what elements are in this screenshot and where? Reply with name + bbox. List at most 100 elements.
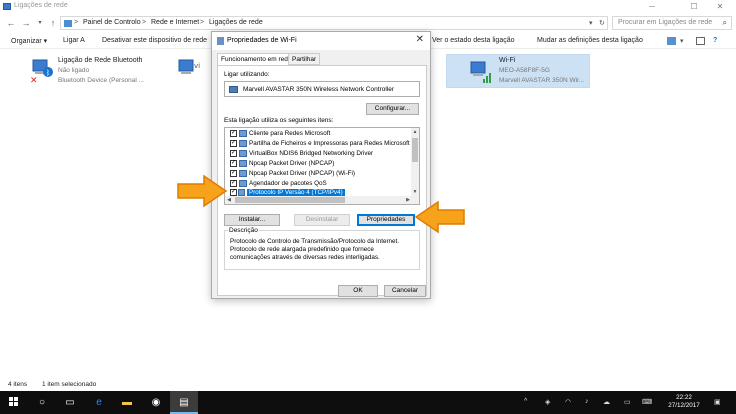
breadcrumb-network-internet[interactable]: Rede e Internet (151, 19, 199, 26)
keyboard-icon[interactable]: ⌨ (642, 398, 652, 406)
disable-device-button[interactable]: Desativar este dispositivo de rede (102, 37, 207, 44)
address-dropdown-icon[interactable]: ▾ (589, 19, 593, 27)
checkbox[interactable]: ✓ (230, 150, 237, 157)
network-folder-icon (3, 3, 11, 10)
checkbox[interactable]: ✓ (230, 180, 237, 187)
item-label: Cliente para Redes Microsoft (249, 130, 331, 137)
connection-device: Marvell AVASTAR 350N Wir... (499, 77, 585, 84)
connection-item-wifi[interactable]: Wi-Fi MEO-A58F8F-5G Marvell AVASTAR 350N… (446, 54, 590, 88)
maximize-button[interactable]: ☐ (682, 0, 706, 14)
connection-status: MEO-A58F8F-5G (499, 67, 550, 74)
svg-text:✕: ✕ (30, 76, 38, 84)
clock[interactable]: 22:22 27/12/2017 (662, 394, 706, 410)
back-arrow-icon[interactable]: ← (5, 17, 17, 29)
volume-icon[interactable]: ♪ (585, 398, 589, 405)
view-options-icon[interactable] (667, 37, 676, 45)
sharing-service-icon (239, 140, 247, 147)
connection-device: Bluetooth Device (Personal ... (58, 77, 144, 84)
file-explorer-icon[interactable]: ▬ (113, 391, 141, 414)
organize-button[interactable]: Organizar ▾ (11, 37, 47, 45)
minimize-button[interactable]: ─ (640, 0, 664, 14)
recent-chevron-icon[interactable]: ▾ (34, 17, 46, 29)
task-view-icon[interactable]: ▭ (56, 391, 84, 414)
uninstall-button: Desinstalar (294, 214, 350, 226)
scroll-thumb[interactable] (412, 138, 418, 162)
connect-to-button[interactable]: Ligar A (63, 37, 85, 44)
wifi-properties-dialog: Propriedades de Wi-Fi ✕ Funcionamento em… (211, 31, 431, 299)
connect-using-label: Ligar utilizando: (224, 71, 270, 78)
help-icon[interactable]: ? (713, 37, 717, 44)
dialog-close-icon[interactable]: ✕ (416, 34, 424, 45)
clock-date: 27/12/2017 (668, 402, 700, 409)
list-item[interactable]: ✓ Npcap Packet Driver (NPCAP) (Wi-Fi) (225, 169, 412, 179)
change-settings-button[interactable]: Mudar as definições desta ligação (537, 37, 643, 44)
install-button[interactable]: Instalar... (224, 214, 280, 226)
horizontal-scrollbar[interactable]: ◀ ▶ (225, 196, 412, 204)
address-bar[interactable]: > Painel de Controlo > Rede e Internet >… (60, 16, 608, 30)
checkbox[interactable]: ✓ (230, 160, 237, 167)
chrome-browser-icon[interactable]: ◉ (142, 391, 170, 414)
properties-button[interactable]: Propriedades (357, 214, 415, 226)
vertical-scrollbar[interactable]: ▲ ▼ (411, 128, 419, 204)
wifi-tray-icon[interactable]: ◠ (565, 398, 571, 406)
ok-button[interactable]: OK (338, 285, 378, 297)
forward-arrow-icon[interactable]: → (20, 17, 32, 29)
scroll-up-icon[interactable]: ▲ (411, 128, 419, 136)
battery-icon[interactable]: ▭ (624, 398, 631, 406)
cancel-button[interactable]: Cancelar (384, 285, 426, 297)
breadcrumb-control-panel[interactable]: Painel de Controlo (83, 19, 141, 26)
refresh-icon[interactable]: ↻ (599, 19, 605, 27)
configure-button[interactable]: Configurar... (366, 103, 419, 115)
driver-icon (239, 160, 247, 167)
search-icon[interactable]: ⌕ (723, 18, 727, 28)
connection-status: Não ligado (58, 67, 90, 74)
network-adapter-icon: vi (178, 59, 200, 74)
address-row: ← → ▾ ↑ > Painel de Controlo > Rede e In… (0, 15, 736, 31)
notifications-icon[interactable]: ▣ (714, 398, 721, 406)
control-panel-icon (64, 20, 72, 27)
edge-browser-icon[interactable]: e (85, 391, 113, 414)
window-title: Ligações de rede (14, 2, 68, 9)
tab-networking[interactable]: Funcionamento em rede (217, 53, 296, 65)
list-item[interactable]: ✓ VirtualBox NDIS6 Bridged Networking Dr… (225, 149, 412, 159)
scroll-right-icon[interactable]: ▶ (404, 196, 412, 204)
search-icon[interactable]: ○ (28, 391, 56, 414)
list-item[interactable]: ✓ Partilha de Ficheiros e Impressoras pa… (225, 139, 412, 149)
list-item[interactable]: ✓ Cliente para Redes Microsoft (225, 129, 412, 139)
checkbox[interactable]: ✓ (230, 170, 237, 177)
scroll-thumb[interactable] (235, 197, 345, 203)
adapter-name: Marvell AVASTAR 350N Wireless Network Co… (243, 86, 394, 93)
search-box[interactable]: Procurar em Ligações de rede ⌕ (612, 16, 732, 30)
network-connections-taskbar-icon[interactable]: ▤ (170, 391, 198, 414)
protocol-icon (238, 189, 245, 196)
view-status-button[interactable]: Ver o estado desta ligação (432, 37, 515, 44)
description-label: Descrição (228, 227, 259, 234)
preview-pane-icon[interactable] (696, 37, 705, 45)
tab-sharing[interactable]: Partilhar (288, 53, 321, 65)
svg-text:vi: vi (194, 62, 200, 70)
checkbox[interactable]: ✓ (230, 130, 237, 137)
list-item[interactable]: ✓ Npcap Packet Driver (NPCAP) (225, 159, 412, 169)
item-label: Protocolo IP Versão 4 (TCP/IPv4) (247, 189, 345, 196)
annotation-arrow-right-icon (177, 174, 228, 208)
network-card-icon (229, 86, 238, 93)
items-list[interactable]: ✓ Cliente para Redes Microsoft ✓ Partilh… (224, 127, 420, 205)
connection-item-bluetooth[interactable]: ᛒ ✕ Ligação de Rede Bluetooth Não ligado… (30, 55, 180, 89)
view-dropdown-icon[interactable]: ▾ (680, 37, 684, 45)
scroll-down-icon[interactable]: ▼ (411, 188, 419, 196)
onedrive-icon[interactable]: ☁ (603, 398, 610, 406)
title-bar: Ligações de rede ─ ☐ ✕ (0, 0, 736, 14)
start-windows-icon[interactable] (0, 391, 28, 414)
breadcrumb-network-connections[interactable]: Ligações de rede (209, 19, 263, 26)
up-arrow-icon[interactable]: ↑ (47, 17, 59, 29)
checkbox[interactable]: ✓ (230, 140, 237, 147)
connection-item-partial[interactable]: vi (176, 55, 206, 89)
checkbox[interactable]: ✓ (230, 189, 237, 196)
selection-count: 1 item selecionado (42, 381, 97, 388)
client-network-icon (239, 130, 247, 137)
breadcrumb-separator: > (74, 19, 79, 26)
close-button[interactable]: ✕ (708, 0, 732, 14)
tray-chevron-icon[interactable]: ^ (524, 398, 527, 405)
driver-icon (239, 170, 247, 177)
tray-app-icon[interactable]: ◈ (545, 398, 550, 406)
